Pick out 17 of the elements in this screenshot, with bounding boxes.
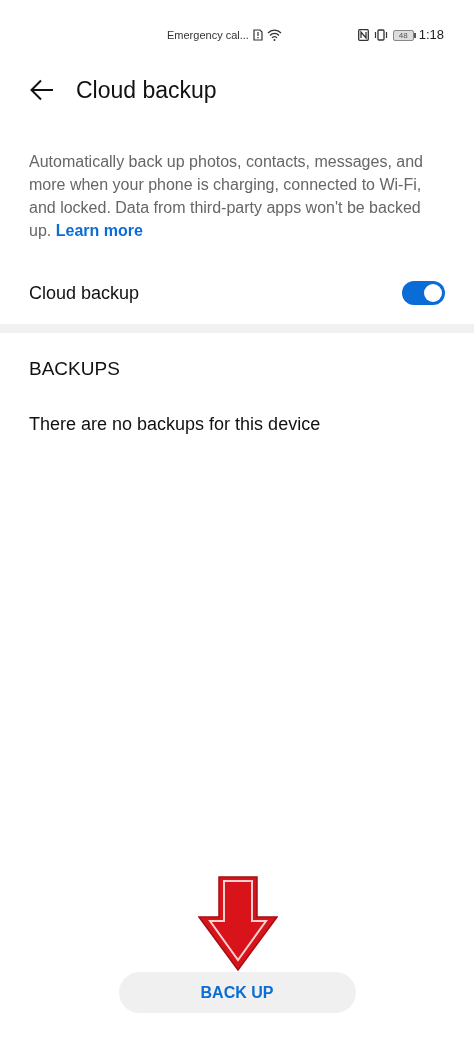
down-arrow-icon (198, 876, 278, 971)
back-up-button[interactable]: BACK UP (118, 972, 356, 1013)
back-icon[interactable] (30, 79, 54, 101)
sim-icon (252, 29, 263, 41)
battery-icon: 48 (392, 29, 416, 41)
toggle-switch[interactable] (402, 281, 445, 305)
empty-state-text: There are no backups for this device (28, 412, 322, 436)
setting-label: Cloud backup (29, 281, 140, 305)
learn-more-link[interactable]: Learn more (55, 222, 143, 239)
carrier-text: Emergency cal... (167, 27, 249, 43)
section-heading: BACKUPS (28, 357, 121, 381)
page-title: Cloud backup (76, 75, 217, 105)
description-text: Automatically back up photos, contacts, messages, and more when your phone is charging, connected to Wi-Fi, and locked. Data from third-party apps won't be backed up. Learn more (28, 152, 424, 241)
wifi-icon (266, 29, 282, 41)
vibrate-icon (373, 29, 388, 41)
clock-text: 1:18 (418, 26, 444, 45)
nfc-icon (357, 29, 369, 41)
